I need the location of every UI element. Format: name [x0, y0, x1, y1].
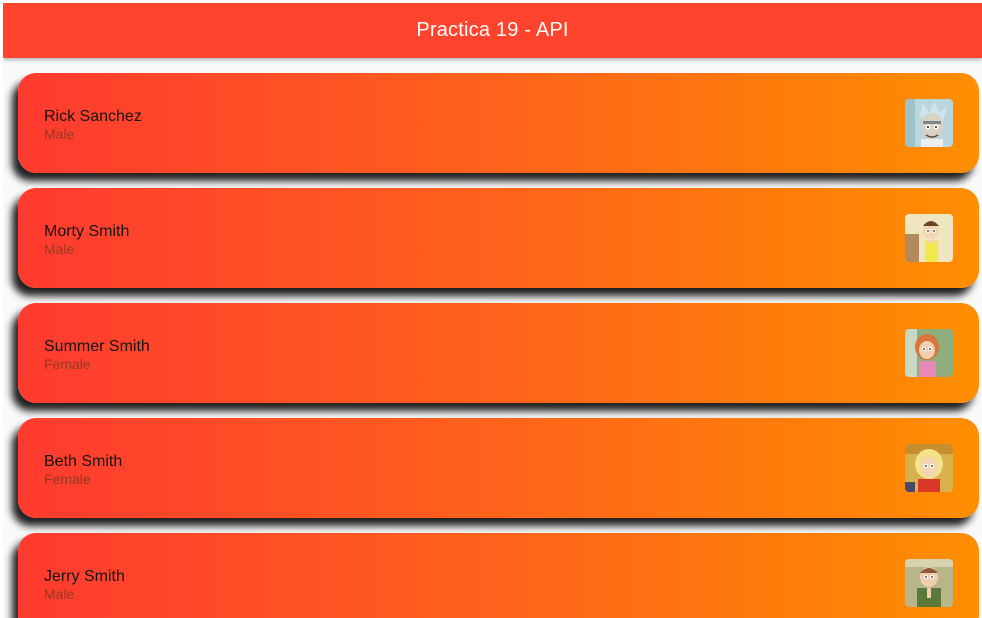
- character-text: Summer Smith Female: [44, 338, 150, 373]
- character-text: Jerry Smith Male: [44, 568, 125, 603]
- app-bar-title: Practica 19 - API: [416, 19, 569, 41]
- character-text: Morty Smith Male: [44, 223, 129, 258]
- app-bar: Practica 19 - API: [3, 3, 982, 58]
- morty-portrait-icon: [905, 214, 953, 262]
- character-name: Beth Smith: [44, 453, 123, 470]
- character-name: Rick Sanchez: [44, 108, 142, 125]
- character-list[interactable]: Rick Sanchez Male Morty Smith Male Summe…: [3, 3, 982, 618]
- summer-portrait-icon: [905, 329, 953, 377]
- character-name: Summer Smith: [44, 338, 150, 355]
- character-gender: Male: [44, 586, 75, 602]
- beth-portrait-icon: [905, 444, 953, 492]
- character-card[interactable]: Rick Sanchez Male: [18, 73, 979, 173]
- character-card[interactable]: Beth Smith Female: [18, 418, 979, 518]
- jerry-portrait-icon: [905, 559, 953, 607]
- rick-portrait-icon: [905, 99, 953, 147]
- character-card[interactable]: Morty Smith Male: [18, 188, 979, 288]
- character-gender: Male: [44, 241, 75, 257]
- character-card[interactable]: Summer Smith Female: [18, 303, 979, 403]
- character-text: Beth Smith Female: [44, 453, 122, 488]
- character-gender: Female: [44, 471, 91, 487]
- character-name: Morty Smith: [44, 223, 130, 240]
- character-card[interactable]: Jerry Smith Male: [18, 533, 979, 618]
- app-window: Practica 19 - API Rick Sanchez Male Mort…: [3, 3, 982, 618]
- character-gender: Female: [44, 356, 91, 372]
- character-name: Jerry Smith: [44, 568, 125, 585]
- character-text: Rick Sanchez Male: [44, 108, 142, 143]
- character-gender: Male: [44, 126, 75, 142]
